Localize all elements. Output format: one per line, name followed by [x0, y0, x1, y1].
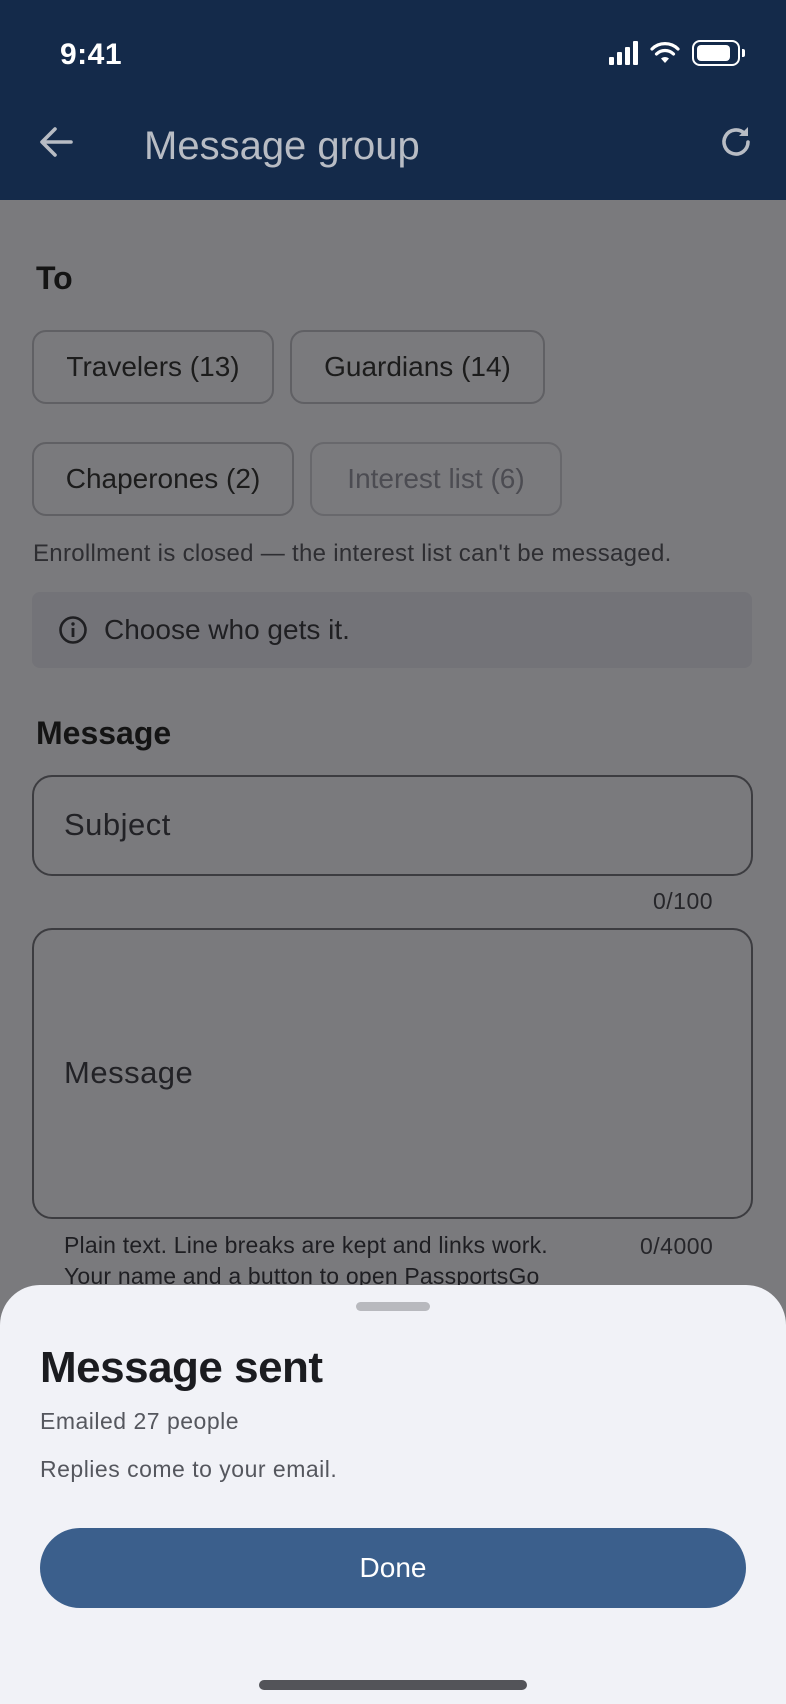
subject-field[interactable]: Subject [32, 775, 753, 876]
info-icon [59, 616, 87, 644]
battery-icon [692, 40, 745, 66]
sheet-subtitle: Emailed 27 people [40, 1408, 240, 1434]
chip-interest-list: Interest list (6) [310, 442, 562, 516]
subject-placeholder: Subject [64, 807, 171, 842]
sheet-note: Replies come to your email. [40, 1456, 338, 1482]
info-text: Choose who gets it. [104, 614, 350, 645]
message-helper-line-1: Plain text. Line breaks are kept and lin… [64, 1232, 548, 1258]
message-counter: 0/4000 [640, 1233, 714, 1259]
subject-counter: 0/100 [653, 888, 714, 914]
chip-chaperones[interactable]: Chaperones (2) [32, 442, 294, 516]
refresh-button[interactable] [712, 118, 760, 166]
message-label: Message [36, 715, 172, 751]
home-indicator[interactable] [259, 1680, 527, 1690]
status-time: 9:41 [60, 38, 123, 71]
cellular-signal-icon [609, 41, 638, 65]
wifi-icon [650, 42, 680, 63]
done-button[interactable]: Done [40, 1528, 746, 1608]
info-banner: Choose who gets it. [32, 592, 752, 668]
chip-guardians[interactable]: Guardians (14) [290, 330, 545, 404]
screen: 9:41 Message group To Travelers (13) Gua… [0, 0, 786, 1704]
message-placeholder: Message [64, 1055, 194, 1090]
enrollment-closed-note: Enrollment is closed — the interest list… [33, 540, 672, 567]
back-button[interactable] [32, 118, 80, 166]
app-bar: 9:41 Message group [0, 0, 786, 200]
confirmation-sheet: Message sent Emailed 27 people Replies c… [0, 1285, 786, 1704]
refresh-icon [722, 127, 750, 156]
drag-handle[interactable] [356, 1302, 430, 1311]
arrow-left-icon [40, 127, 73, 157]
chip-travelers[interactable]: Travelers (13) [32, 330, 274, 404]
recipients-label: To [36, 260, 73, 296]
message-helper: Plain text. Line breaks are kept and lin… [64, 1230, 584, 1292]
sheet-title: Message sent [40, 1343, 323, 1392]
page-title: Message group [144, 124, 420, 168]
status-icons [609, 40, 745, 66]
message-field[interactable]: Message [32, 928, 753, 1219]
